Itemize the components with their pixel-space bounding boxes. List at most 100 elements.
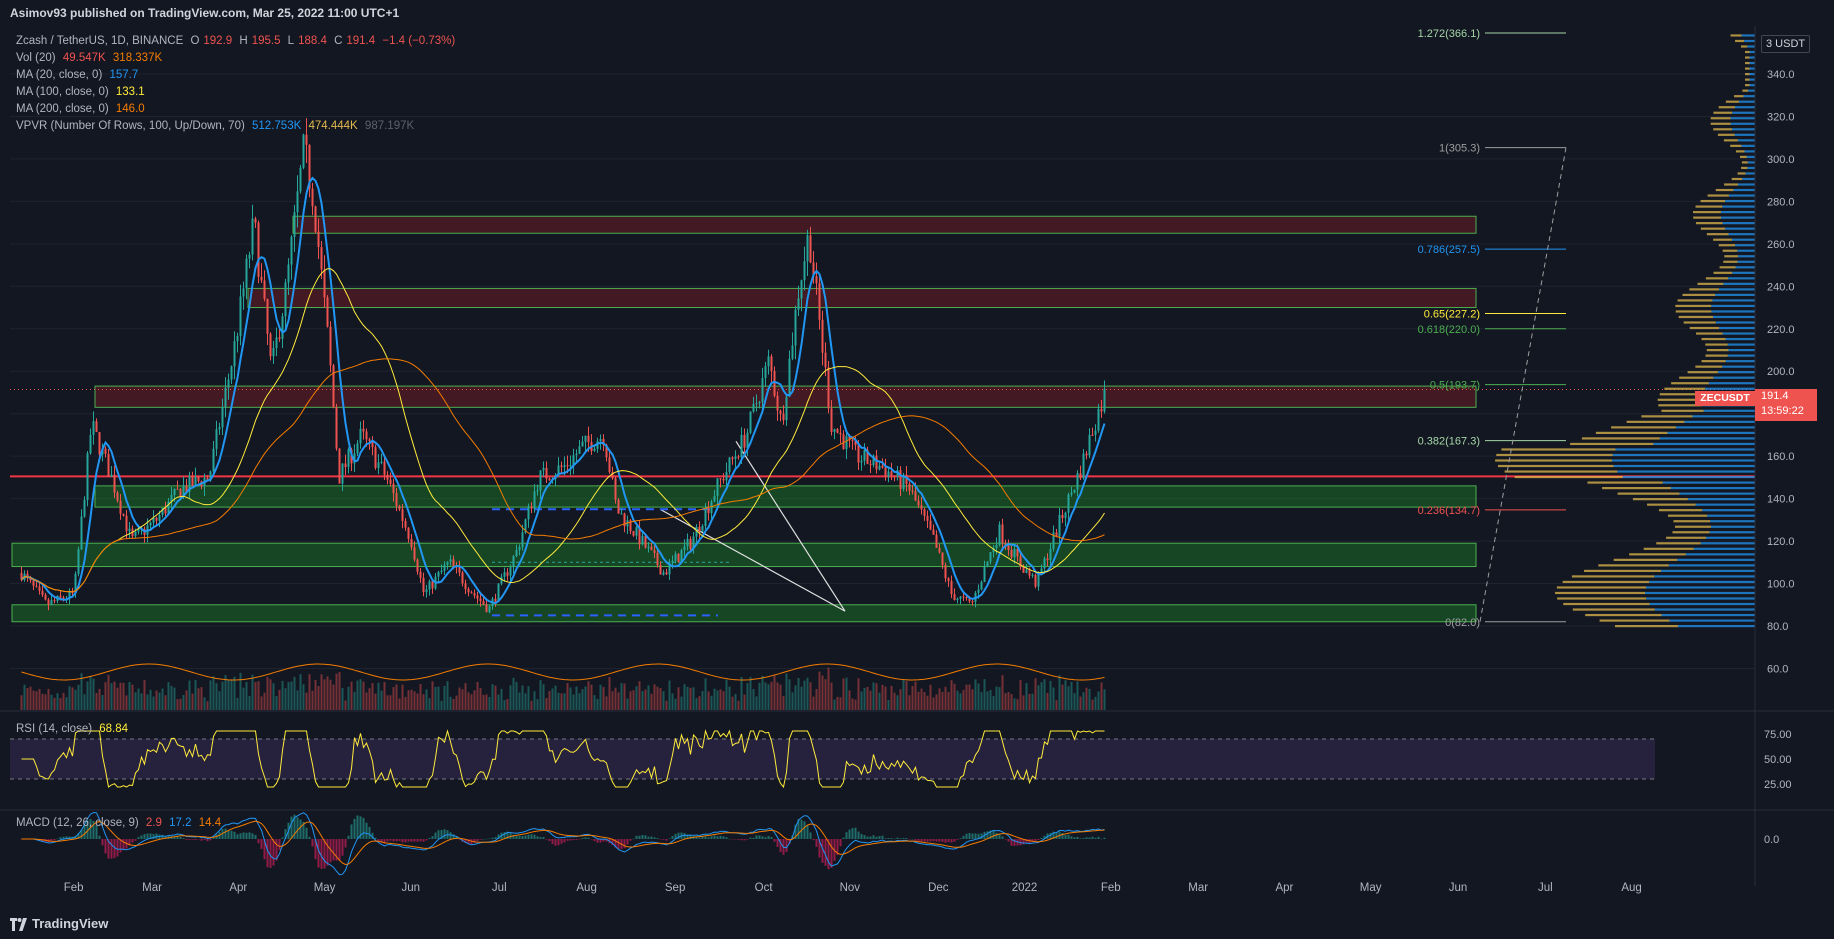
volume-profile-up [1749,84,1755,87]
macd-histogram-bar [1097,836,1100,839]
volume-profile-down [1693,211,1721,214]
candle [560,465,563,467]
volume-profile-down [1658,509,1703,512]
volume-bar [572,694,575,710]
volume-profile-down [1570,442,1654,446]
volume-profile-up [1702,509,1755,512]
volume-profile-up [1692,415,1755,418]
volume-bar [311,690,314,710]
candle [323,269,326,298]
volume-bar [650,693,653,710]
volume-bar [899,689,902,710]
macd-histogram-bar [629,839,632,841]
volume-profile-down [1731,177,1743,181]
macd-histogram-bar [53,839,56,841]
volume-bar [983,679,986,710]
volume-bar [809,682,812,710]
volume-bar [566,683,569,710]
volume-profile-up [1735,106,1755,109]
macd-histogram-bar [122,839,125,851]
volume-bar [95,692,98,710]
volume-bar [332,684,335,710]
macd-histogram-bar [884,838,887,839]
volume-bar [662,691,665,710]
macd-histogram-bar [569,839,572,841]
volume-bar [1052,687,1055,710]
macd-histogram-bar [725,837,728,839]
candle [803,261,806,281]
macd-histogram-bar [134,839,137,841]
macd-histogram-bar [947,839,950,843]
volume-bar [329,679,332,710]
volume-profile-up [1693,547,1755,550]
volume-bar [503,700,506,710]
volume-bar [881,684,884,710]
macd-histogram-bar [527,834,530,839]
volume-bar [818,671,821,710]
candle [452,559,455,567]
macd-histogram-bar [932,839,935,842]
candle [389,479,392,484]
macd-histogram-bar [956,839,959,840]
macd-histogram-bar [1070,836,1073,839]
macd-histogram-bar [953,839,956,842]
volume-bar [371,683,374,710]
volume-profile-down [1695,222,1723,225]
volume-bar [851,698,854,710]
macd-histogram-bar [626,839,629,845]
macd-histogram-bar [554,839,557,846]
macd-histogram-bar [278,839,281,851]
volume-bar [230,679,233,710]
macd-histogram-bar [386,839,389,842]
volume-bar [986,691,989,710]
volume-profile-down [1611,426,1676,429]
volume-bar [398,698,401,710]
candle [401,509,404,521]
candle [776,395,779,411]
currency-label[interactable]: 3 USDT [1761,35,1811,53]
price-tick: 340.0 [1767,69,1795,81]
volume-profile-up [1687,498,1755,501]
volume-profile-up [1713,315,1755,319]
price-tick: 160.0 [1767,451,1795,463]
macd-histogram-bar [728,838,731,840]
candle [254,218,257,223]
volume-profile-up [1705,387,1755,390]
volume-profile-up [1746,155,1755,158]
macd-histogram-bar [812,839,815,841]
candle [983,567,986,582]
macd-histogram-bar [671,836,674,839]
macd-histogram-bar [995,832,998,839]
macd-histogram-bar [209,839,212,841]
price-chart[interactable]: 1.272(366.1) 1(305.3) 0.786(257.5) 0.65(227… [0,0,1834,911]
macd-histogram-bar [950,839,953,843]
volume-bar [347,686,350,710]
volume-bar [806,677,809,710]
macd-histogram-bar [749,837,752,839]
candle [47,599,50,605]
candle [653,550,656,553]
volume-bar [710,695,713,710]
candle [1049,548,1052,561]
candle [647,546,650,548]
volume-bar [299,674,302,710]
candle [539,470,542,491]
volume-profile-up [1617,470,1755,473]
macd-histogram-bar [806,825,809,839]
volume-profile-down [1697,282,1724,285]
candle [797,298,800,310]
volume-bar [281,680,284,710]
volume-bar [362,681,365,710]
candle [89,434,92,454]
volume-profile-down [1705,343,1728,346]
candle [32,580,35,586]
macd-histogram-bar [1103,837,1106,839]
macd-histogram-bar [809,832,812,839]
macd-histogram-bar [200,839,203,841]
volume-bar [92,678,95,710]
volume-profile-up [1725,337,1755,341]
time-tick: Aug [576,882,596,894]
volume-bar [368,688,371,710]
volume-profile-down [1730,144,1742,147]
volume-bar [476,681,479,710]
